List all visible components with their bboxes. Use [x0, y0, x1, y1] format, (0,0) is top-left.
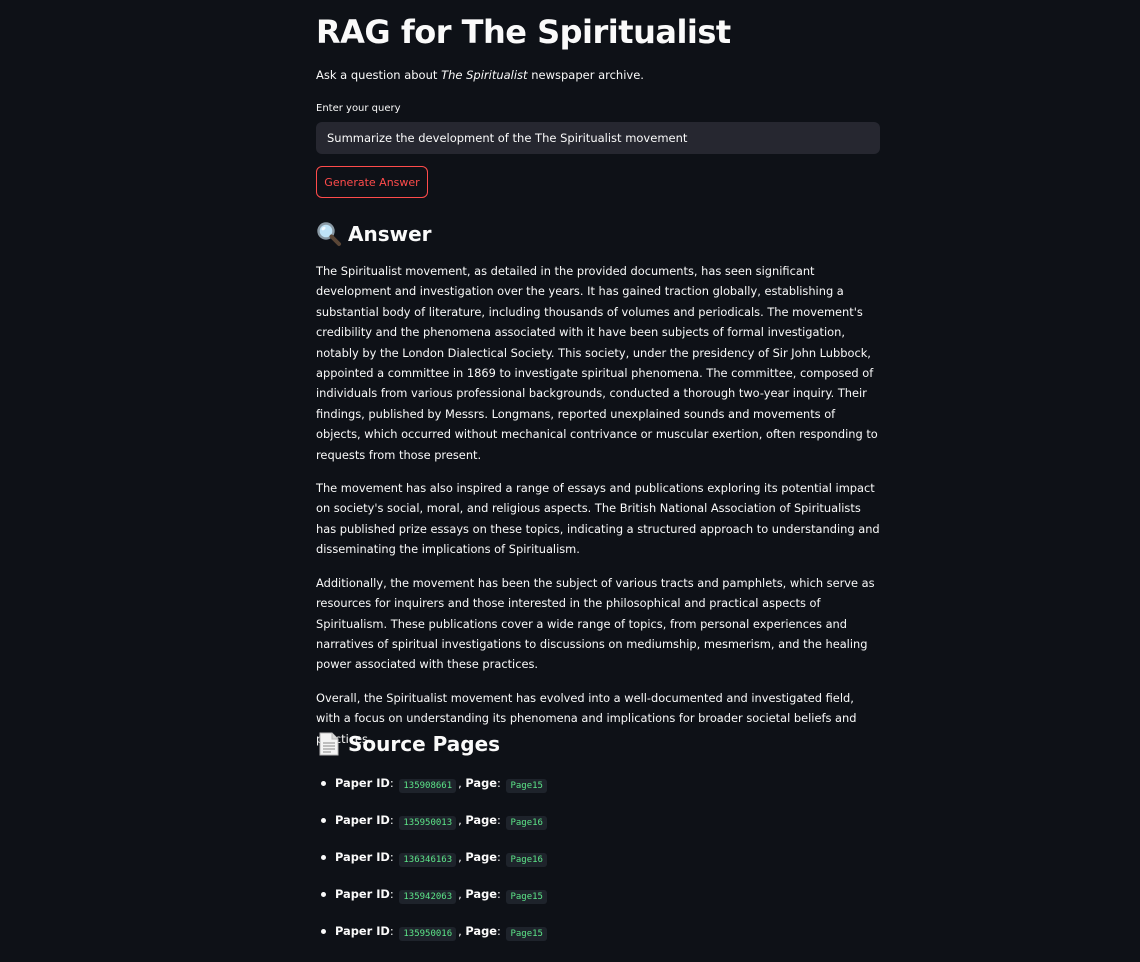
source-list-item: Paper ID: 135950013, Page: Page16	[321, 810, 880, 847]
subtitle-prefix: Ask a question about	[316, 68, 442, 82]
paper-id-label: Paper ID	[335, 887, 390, 901]
generate-answer-button[interactable]: Generate Answer	[316, 166, 428, 198]
page-label: Page	[465, 887, 497, 901]
source-list-item: Paper ID: 136346163, Page: Page16	[321, 847, 880, 884]
page-label: Page	[465, 776, 497, 790]
page-value: Page16	[506, 853, 547, 867]
page-title: RAG for The Spiritualist	[316, 13, 731, 51]
paper-id-value: 135950013	[399, 816, 457, 830]
paper-id-value: 135942063	[399, 890, 457, 904]
source-pages-heading: Source Pages	[316, 730, 500, 758]
subtitle-suffix: newspaper archive.	[527, 68, 644, 82]
page-label: Page	[465, 850, 497, 864]
answer-body: The Spiritualist movement, as detailed i…	[316, 261, 880, 762]
source-list-item: Paper ID: 135908661, Page: Page15	[321, 773, 880, 810]
paper-id-value: 136346163	[399, 853, 457, 867]
paper-id-value: 135908661	[399, 779, 457, 793]
page-value: Page15	[506, 927, 547, 941]
source-list-item: Paper ID: 135942063, Page: Page15	[321, 884, 880, 921]
source-pages-list: Paper ID: 135908661, Page: Page15 Paper …	[316, 773, 880, 958]
source-list-item: Paper ID: 135950016, Page: Page15	[321, 921, 880, 958]
page-label: Page	[465, 924, 497, 938]
answer-heading: Answer	[316, 220, 432, 248]
paper-id-value: 135950016	[399, 927, 457, 941]
query-input[interactable]	[316, 122, 880, 154]
page-subtitle: Ask a question about The Spiritualist ne…	[316, 66, 644, 84]
paper-id-label: Paper ID	[335, 813, 390, 827]
page-value: Page16	[506, 816, 547, 830]
answer-paragraph: Additionally, the movement has been the …	[316, 575, 875, 672]
page-document-icon	[316, 731, 342, 757]
query-label: Enter your query	[316, 103, 401, 114]
page-value: Page15	[506, 890, 547, 904]
page-label: Page	[465, 813, 497, 827]
subtitle-emphasis: The Spiritualist	[441, 68, 528, 82]
paper-id-label: Paper ID	[335, 850, 390, 864]
answer-paragraph: The movement has also inspired a range o…	[316, 481, 880, 557]
paper-id-label: Paper ID	[335, 924, 390, 938]
paper-id-label: Paper ID	[335, 776, 390, 790]
source-pages-heading-text: Source Pages	[348, 732, 501, 756]
page-value: Page15	[506, 779, 547, 793]
answer-paragraph: The Spiritualist movement, as detailed i…	[316, 264, 878, 462]
answer-heading-text: Answer	[348, 222, 432, 246]
magnifying-glass-icon	[316, 221, 342, 247]
